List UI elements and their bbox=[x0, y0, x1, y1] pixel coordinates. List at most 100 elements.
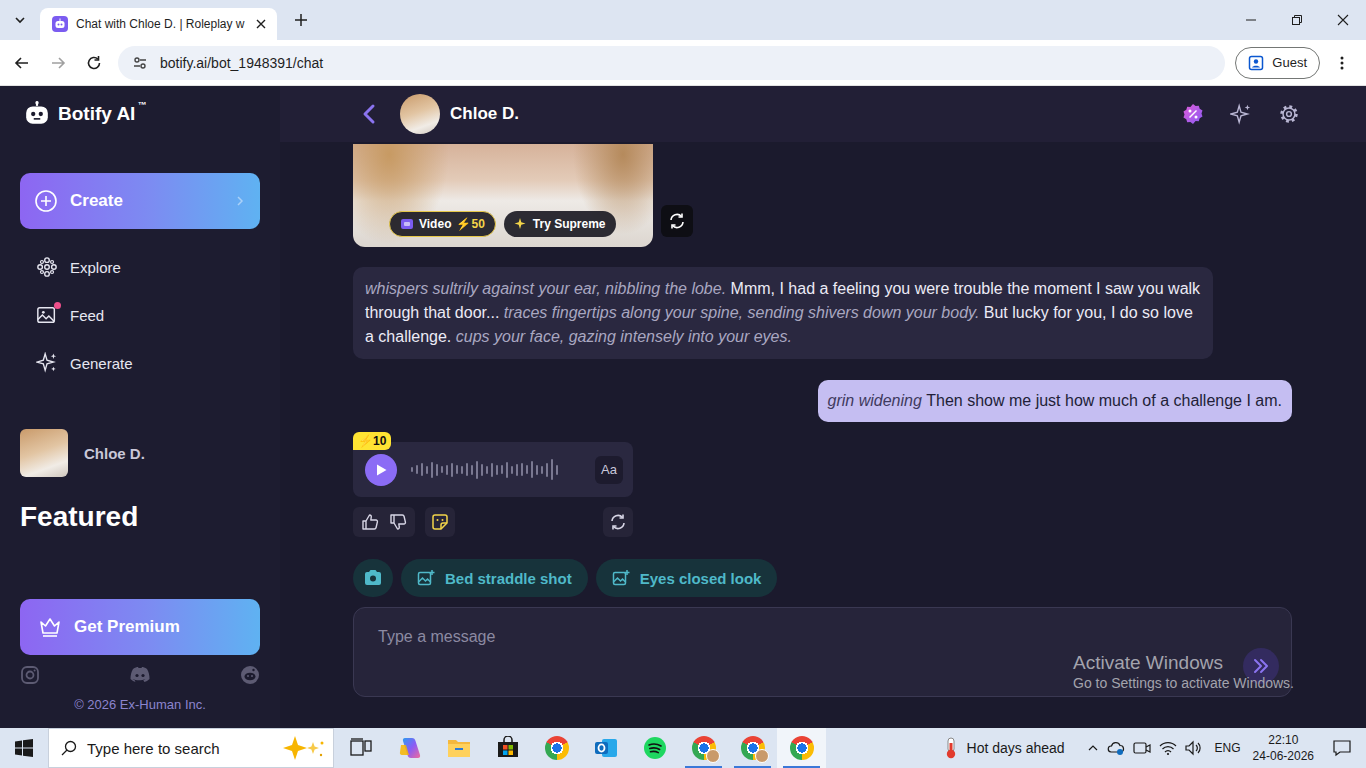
show-text-button[interactable]: Aa bbox=[595, 456, 623, 484]
browser-menu-button[interactable] bbox=[1324, 45, 1360, 81]
crown-icon bbox=[38, 615, 62, 639]
window-controls bbox=[1228, 0, 1366, 40]
taskbar-app[interactable] bbox=[532, 728, 581, 768]
forward-button[interactable] bbox=[40, 45, 76, 81]
play-button[interactable] bbox=[365, 454, 397, 486]
camera-icon bbox=[363, 568, 383, 588]
suggestion-chip[interactable]: Bed straddle shot bbox=[401, 559, 588, 597]
back-button[interactable] bbox=[358, 100, 380, 128]
tab-title: Chat with Chloe D. | Roleplay w bbox=[76, 17, 245, 31]
task-view-icon bbox=[350, 738, 372, 758]
onedrive-icon[interactable] bbox=[1107, 740, 1125, 756]
chat-panel: Chloe D.Video⚡50Try Supremewhispers sult… bbox=[280, 86, 1366, 728]
restore-button[interactable] bbox=[1274, 0, 1320, 40]
back-arrow-icon bbox=[13, 54, 31, 72]
thumbs-up-icon[interactable] bbox=[361, 513, 379, 531]
system-tray: ENG 22:1024-06-2026 bbox=[1087, 732, 1366, 764]
taskbar-app[interactable] bbox=[630, 728, 679, 768]
camera-button[interactable] bbox=[353, 559, 393, 597]
thumbs-down-icon[interactable] bbox=[389, 513, 407, 531]
discord-icon[interactable] bbox=[129, 665, 151, 685]
taskbar-app[interactable] bbox=[434, 728, 483, 768]
supreme-badge[interactable]: Try Supreme bbox=[504, 211, 616, 237]
sticker-button[interactable] bbox=[425, 507, 455, 537]
new-tab-button[interactable] bbox=[287, 6, 315, 34]
chevron-down-icon bbox=[13, 13, 27, 27]
message-text: traces fingertips along your spine, send… bbox=[504, 304, 980, 321]
regenerate-image-button[interactable] bbox=[661, 205, 693, 237]
instagram-icon[interactable] bbox=[20, 665, 40, 685]
taskbar-app[interactable] bbox=[679, 728, 728, 768]
volume-icon[interactable] bbox=[1185, 740, 1203, 756]
address-bar[interactable]: botify.ai/bot_1948391/chat bbox=[118, 46, 1225, 80]
sparkle-icon bbox=[514, 217, 528, 231]
tab-search-button[interactable] bbox=[6, 6, 34, 34]
spotify-icon bbox=[643, 736, 667, 760]
chrome-icon bbox=[545, 736, 569, 760]
chevron-right-icon bbox=[234, 195, 246, 207]
browser-toolbar: botify.ai/bot_1948391/chat Guest bbox=[0, 40, 1366, 86]
create-button[interactable]: Create bbox=[20, 173, 260, 229]
more-vertical-icon bbox=[1334, 55, 1350, 71]
botify-favicon-icon bbox=[52, 16, 68, 32]
thermometer-icon bbox=[943, 737, 959, 759]
chat-messages: Video⚡50Try Supremewhispers sultrily aga… bbox=[280, 142, 1366, 728]
chrome-profile-icon bbox=[692, 736, 716, 760]
url-text: botify.ai/bot_1948391/chat bbox=[160, 55, 323, 71]
sidebar-item[interactable]: Generate bbox=[0, 339, 280, 387]
chloe-avatar[interactable] bbox=[400, 94, 440, 134]
taskbar-app[interactable] bbox=[336, 728, 385, 768]
taskbar-app[interactable] bbox=[385, 728, 434, 768]
file-explorer-icon bbox=[447, 737, 471, 759]
notifications-icon[interactable] bbox=[1332, 738, 1352, 758]
generate-sparkle-icon bbox=[36, 352, 58, 374]
message-input[interactable] bbox=[354, 608, 1243, 684]
waveform[interactable] bbox=[411, 455, 581, 485]
camera-tray-icon[interactable] bbox=[1133, 740, 1151, 756]
sidebar: Botify AI™ Create ExploreFeedGenerate Chloe… bbox=[0, 86, 280, 728]
back-chevron-icon bbox=[360, 103, 378, 125]
close-window-button[interactable] bbox=[1320, 0, 1366, 40]
minimize-icon bbox=[1245, 14, 1257, 26]
chat-photo[interactable]: Video⚡50 Try Supreme bbox=[353, 144, 653, 247]
recent-chat[interactable]: Chloe D. bbox=[0, 425, 280, 481]
taskbar-app[interactable] bbox=[483, 728, 532, 768]
close-tab-icon[interactable] bbox=[253, 16, 269, 32]
site-settings-icon bbox=[132, 55, 148, 71]
message-actions bbox=[353, 507, 633, 537]
back-button[interactable] bbox=[4, 45, 40, 81]
clock[interactable]: 22:1024-06-2026 bbox=[1253, 732, 1314, 764]
taskbar-app[interactable] bbox=[581, 728, 630, 768]
send-button[interactable] bbox=[1243, 648, 1279, 684]
reload-button[interactable] bbox=[76, 45, 112, 81]
close-icon bbox=[1337, 14, 1349, 26]
discount-badge-icon[interactable] bbox=[1178, 99, 1208, 129]
wifi-icon[interactable] bbox=[1159, 740, 1177, 756]
profile-button[interactable]: Guest bbox=[1235, 47, 1320, 79]
taskbar-search[interactable]: Type here to search bbox=[48, 728, 334, 768]
sidebar-item[interactable]: Explore bbox=[0, 243, 280, 291]
show-hidden-icons-icon[interactable] bbox=[1087, 742, 1099, 754]
video-badge[interactable]: Video⚡50 bbox=[389, 211, 496, 237]
language-indicator[interactable]: ENG bbox=[1215, 741, 1241, 755]
chrome-icon bbox=[790, 736, 814, 760]
logo[interactable]: Botify AI™ bbox=[0, 86, 280, 142]
taskbar-app[interactable] bbox=[777, 728, 826, 768]
plus-circle-icon bbox=[34, 189, 58, 213]
outlook-icon bbox=[594, 736, 618, 760]
taskbar-app[interactable] bbox=[728, 728, 777, 768]
send-chevrons-icon bbox=[1252, 657, 1270, 675]
regenerate-button[interactable] bbox=[603, 507, 633, 537]
store-icon bbox=[496, 736, 520, 760]
suggestion-chip[interactable]: Eyes closed look bbox=[596, 559, 778, 597]
weather-widget[interactable]: Hot days ahead bbox=[943, 737, 1065, 759]
sparkles-icon[interactable] bbox=[1226, 99, 1256, 129]
settings-gear-icon[interactable] bbox=[1274, 99, 1304, 129]
start-button[interactable] bbox=[0, 728, 48, 768]
browser-tab[interactable]: Chat with Chloe D. | Roleplay w bbox=[40, 8, 277, 40]
get-premium-button[interactable]: Get Premium bbox=[20, 599, 260, 655]
copyright: © 2026 Ex-Human Inc. bbox=[0, 697, 280, 713]
minimize-button[interactable] bbox=[1228, 0, 1274, 40]
reddit-icon[interactable] bbox=[240, 665, 260, 685]
sidebar-item[interactable]: Feed bbox=[0, 291, 280, 339]
